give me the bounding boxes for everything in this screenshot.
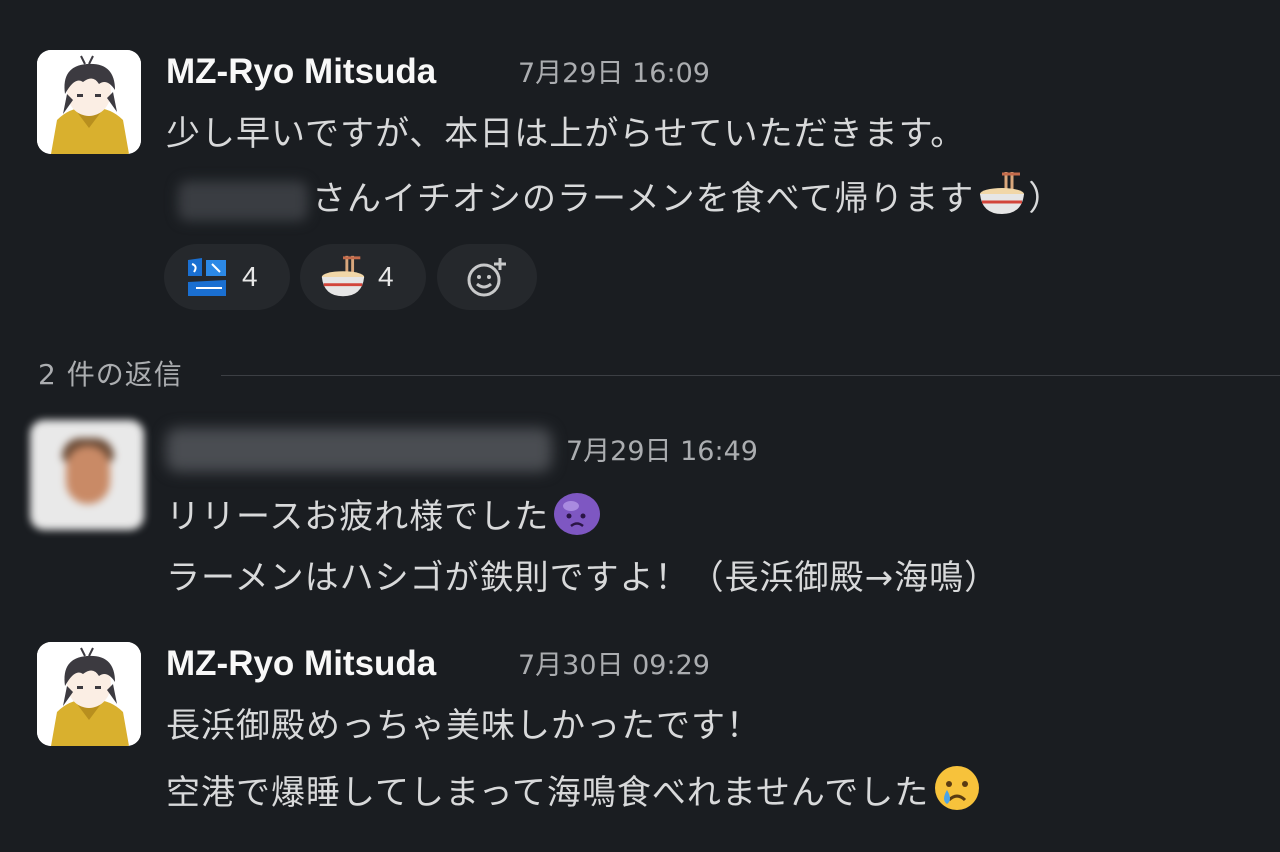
ramen-emoji xyxy=(976,168,1028,220)
message-text-line: 長浜御殿めっちゃ美味しかったです！ xyxy=(166,706,761,746)
reaction-pill-otsukare[interactable]: 4 xyxy=(164,244,290,310)
message-text-line: 少し早いですが、本日は上がらせていただきます。 xyxy=(166,114,966,154)
replies-divider-row: 2 件の返信 xyxy=(38,350,1280,396)
message-text-line: ラーメンはハシゴが鉄則ですよ！（長浜御殿→海鳴） xyxy=(166,558,1000,598)
add-reaction-button[interactable] xyxy=(437,244,537,310)
avatar-illustration xyxy=(37,50,141,154)
message-text-line: 空港で爆睡してしまって海鳴食べれませんでした xyxy=(166,762,983,821)
purple-blob-emoji xyxy=(551,486,603,538)
avatar-illustration xyxy=(37,642,141,746)
message-timestamp[interactable]: 7月30日 09:29 xyxy=(518,644,710,688)
redacted-name xyxy=(178,180,308,221)
message-author[interactable]: MZ-Ryo Mitsuda xyxy=(166,642,436,686)
message-text-fragment: さんイチオシのラーメンを食べて帰ります xyxy=(312,179,975,219)
message-timestamp[interactable]: 7月29日 16:09 xyxy=(518,52,710,96)
user-avatar[interactable] xyxy=(37,642,141,746)
user-avatar[interactable] xyxy=(37,50,141,154)
crying-face-emoji xyxy=(931,762,983,814)
message-thread: MZ-Ryo Mitsuda 7月29日 16:09 少し早いですが、本日は上が… xyxy=(0,0,1280,852)
reaction-count: 4 xyxy=(242,261,258,292)
otsukare-summer-emoji xyxy=(188,258,226,296)
redacted-author-name[interactable] xyxy=(166,428,552,472)
message-text-fragment: 空港で爆睡してしまって海鳴食べれませんでした xyxy=(166,773,930,813)
ramen-emoji xyxy=(321,255,365,297)
replies-count-label[interactable]: 2 件の返信 xyxy=(38,353,183,393)
reaction-pill-ramen[interactable]: 4 xyxy=(300,244,426,310)
message-text-line: リリースお疲れ様でした xyxy=(166,486,603,545)
message-author[interactable]: MZ-Ryo Mitsuda xyxy=(166,50,436,94)
message-text-fragment: リリースお疲れ様でした xyxy=(166,497,550,537)
message-timestamp[interactable]: 7月29日 16:49 xyxy=(566,430,758,474)
reaction-count: 4 xyxy=(378,261,394,292)
user-avatar-blurred[interactable] xyxy=(30,420,144,530)
add-reaction-icon xyxy=(467,258,506,297)
message-text-fragment: ） xyxy=(1028,179,1064,219)
divider xyxy=(220,374,1280,376)
message-text-line: さんイチオシのラーメンを食べて帰ります ） xyxy=(178,168,1063,227)
